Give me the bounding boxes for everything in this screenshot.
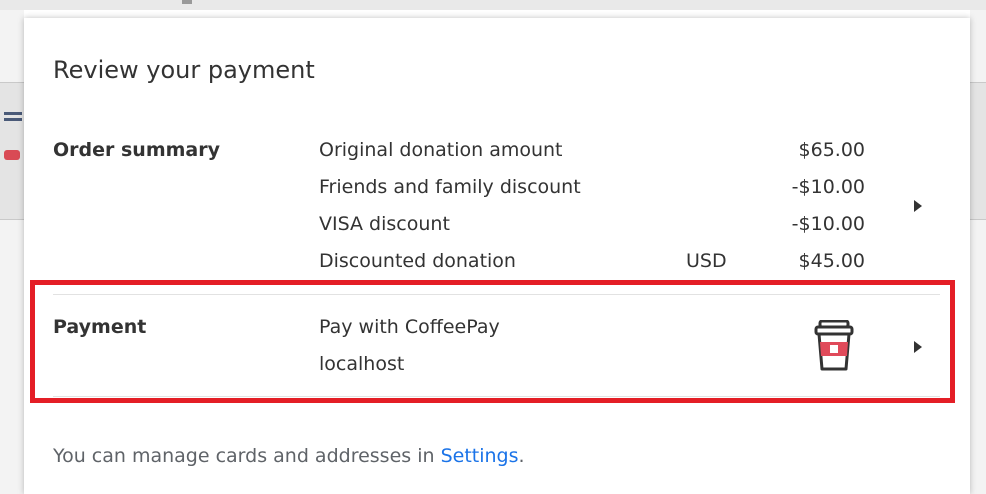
order-summary-label: Order summary (53, 139, 221, 161)
background-page-top (0, 0, 986, 10)
order-row-amount: -$10.00 (791, 176, 865, 198)
background-menu-icon (4, 112, 22, 128)
footer-suffix: . (518, 445, 525, 467)
footer-text: You can manage cards and addresses in (53, 445, 441, 467)
footer-note: You can manage cards and addresses in Se… (53, 445, 525, 467)
dialog-title: Review your payment (53, 56, 315, 84)
background-page-mark (182, 0, 192, 4)
payment-label: Payment (53, 316, 147, 338)
order-row-label: Original donation amount (319, 139, 563, 161)
order-total-label: Discounted donation (319, 250, 516, 272)
order-row-amount: -$10.00 (791, 213, 865, 235)
payment-method-name: Pay with CoffeePay (319, 316, 500, 338)
chevron-right-icon (914, 200, 922, 212)
order-row-label: Friends and family discount (319, 176, 581, 198)
order-total-currency: USD (686, 250, 727, 272)
payment-origin: localhost (319, 353, 405, 375)
chevron-right-icon (914, 341, 922, 353)
background-badge (4, 150, 20, 160)
payment-review-dialog: Review your payment Order summary Origin… (24, 18, 970, 494)
payment-expand-button[interactable] (906, 335, 930, 359)
section-divider (53, 396, 940, 397)
coffee-cup-icon (814, 320, 854, 371)
background-page-header-right (970, 82, 986, 220)
screen: Review your payment Order summary Origin… (0, 0, 986, 494)
order-summary-expand-button[interactable] (906, 194, 930, 218)
order-row-amount: $65.00 (798, 139, 865, 161)
order-row-label: VISA discount (319, 213, 450, 235)
payment-method-row[interactable] (36, 288, 948, 396)
order-total-amount: $45.00 (798, 250, 865, 272)
settings-link[interactable]: Settings (441, 445, 519, 467)
